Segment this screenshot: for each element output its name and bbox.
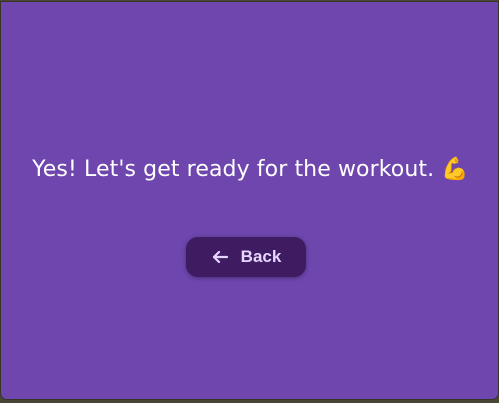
arrow-left-icon: [211, 248, 229, 266]
back-button-label: Back: [240, 247, 282, 266]
back-button[interactable]: Back: [186, 237, 306, 277]
workout-ready-message: Yes! Let's get ready for the workout. 💪: [32, 157, 469, 182]
app-window: Yes! Let's get ready for the workout. 💪 …: [1, 2, 498, 399]
